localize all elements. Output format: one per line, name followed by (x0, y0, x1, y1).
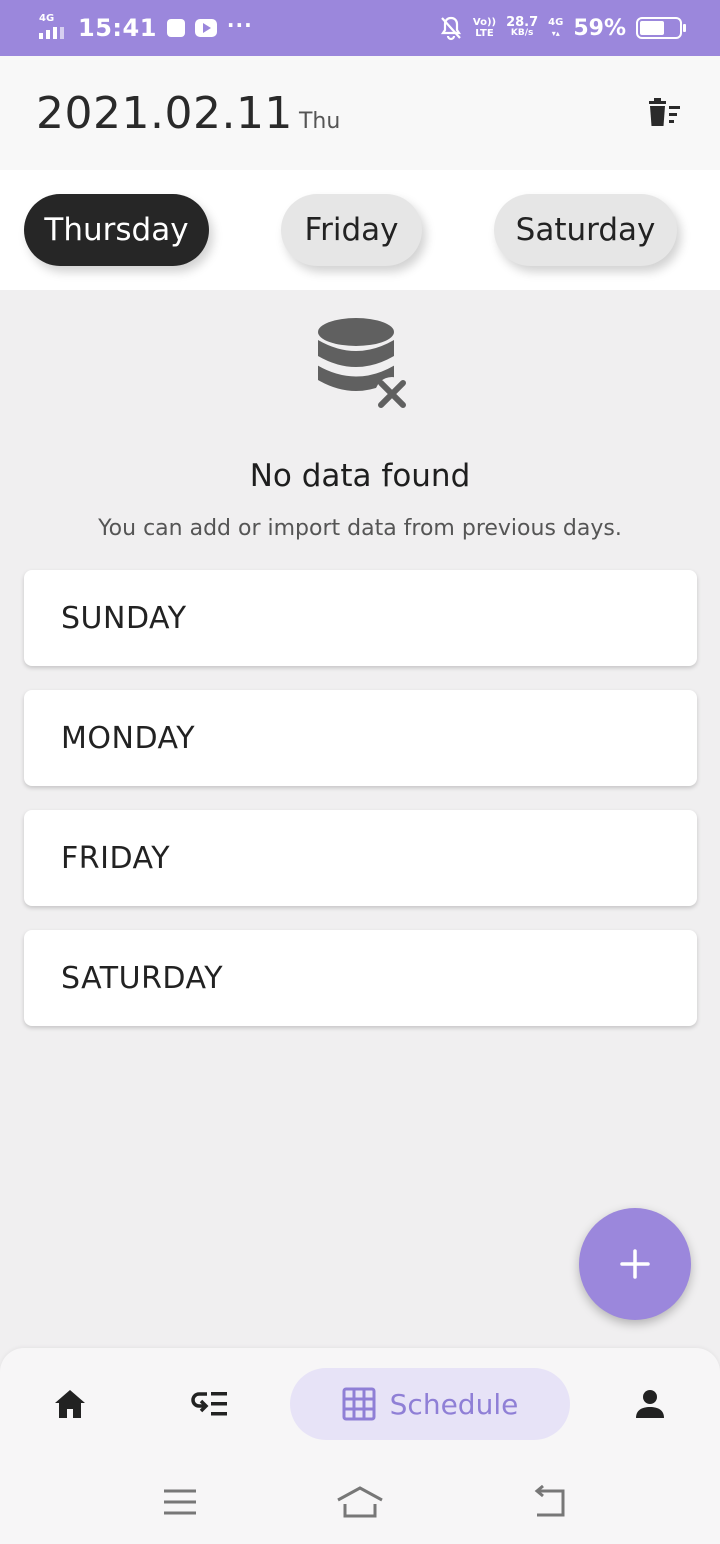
database-off-icon (317, 318, 409, 411)
date-display[interactable]: 2021.02.11 Thu (36, 88, 340, 139)
speed-unit: KB/s (510, 28, 534, 38)
back-icon (534, 1485, 565, 1517)
nav-schedule-label: Schedule (389, 1387, 519, 1421)
signal-icon: 4G (38, 13, 68, 43)
speed-value: 28.7 (506, 15, 539, 30)
grid-icon (342, 1387, 376, 1421)
person-icon (636, 1390, 664, 1418)
back-button[interactable] (524, 1482, 574, 1522)
status-bar: 4G 15:41 ··· Vo)) LTE 28.7 KB/s 4G ▾▴ 59… (0, 0, 720, 56)
battery-percent: 59% (573, 15, 626, 41)
system-navigation (0, 1460, 720, 1544)
network2-label: 4G (548, 17, 564, 28)
home-button[interactable] (335, 1482, 385, 1522)
tab-thursday[interactable]: Thursday (24, 194, 209, 266)
notification-icon (166, 19, 185, 37)
network-speed: 28.7 KB/s (506, 15, 539, 39)
app-header: 2021.02.11 Thu (0, 56, 720, 170)
day-tabs: Thursday Friday Saturday (0, 170, 720, 290)
lte-label: LTE (475, 28, 494, 39)
bottom-navigation: Schedule (0, 1348, 720, 1460)
network2-indicator: 4G ▾▴ (548, 17, 564, 38)
home-outline-icon (337, 1486, 383, 1518)
volte-label: Vo)) (472, 17, 497, 28)
network-type: 4G (39, 13, 55, 24)
tab-friday[interactable]: Friday (281, 194, 422, 266)
import-day-saturday[interactable]: SATURDAY (24, 930, 697, 1026)
menu-icon (164, 1489, 196, 1515)
more-notifications-icon: ··· (226, 13, 253, 37)
battery-icon (636, 17, 686, 39)
empty-state: No data found You can add or import data… (0, 300, 720, 541)
mute-bell-icon (440, 16, 461, 41)
youtube-icon (194, 19, 217, 37)
recents-button[interactable] (155, 1482, 205, 1522)
trash-icon (649, 98, 680, 126)
empty-title: No data found (249, 458, 471, 494)
current-weekday: Thu (298, 108, 341, 134)
home-icon (55, 1390, 85, 1418)
delete-button[interactable] (644, 93, 684, 133)
add-button[interactable] (579, 1208, 691, 1320)
tab-saturday[interactable]: Saturday (494, 194, 677, 266)
plus-icon (620, 1249, 650, 1279)
import-day-friday[interactable]: FRIDAY (24, 810, 697, 906)
import-day-monday[interactable]: MONDAY (24, 690, 697, 786)
status-time: 15:41 (78, 14, 157, 42)
nav-home[interactable] (30, 1368, 110, 1440)
volte-indicator: Vo)) LTE (473, 17, 496, 39)
nav-list[interactable] (170, 1368, 250, 1440)
import-day-sunday[interactable]: SUNDAY (24, 570, 697, 666)
current-date: 2021.02.11 (36, 87, 293, 139)
empty-subtitle: You can add or import data from previous… (98, 516, 622, 541)
nav-schedule[interactable]: Schedule (290, 1368, 570, 1440)
nav-profile[interactable] (610, 1368, 690, 1440)
list-icon (191, 1392, 227, 1416)
